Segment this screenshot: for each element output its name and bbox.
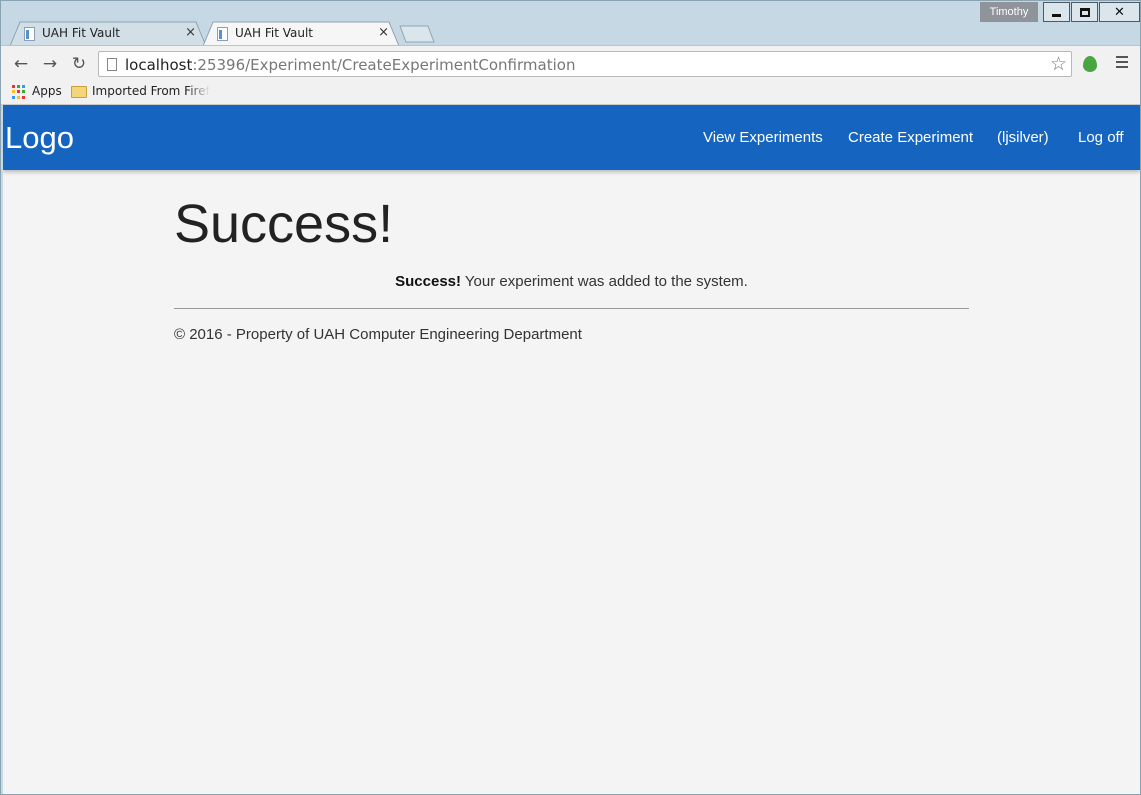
page-title: Success!	[174, 194, 394, 254]
minimize-button[interactable]	[1043, 2, 1070, 22]
page-footer: © 2016 - Property of UAH Computer Engine…	[174, 326, 582, 343]
star-icon[interactable]: ☆	[1050, 53, 1067, 75]
profile-badge[interactable]: Timothy	[980, 2, 1038, 22]
tab-title: UAH Fit Vault	[42, 26, 120, 40]
site-logo[interactable]: Logo	[5, 120, 74, 156]
menu-icon[interactable]	[1116, 56, 1128, 70]
page-icon	[107, 58, 117, 71]
browser-toolbar: ← → ↻ localhost:25396/Experiment/CreateE…	[1, 45, 1140, 81]
divider	[174, 308, 969, 309]
page-favicon-icon	[24, 27, 35, 41]
bookmarks-bar: Apps Imported From Firefox	[1, 81, 1140, 105]
page-favicon-icon	[217, 27, 228, 41]
tab-title: UAH Fit Vault	[235, 26, 313, 40]
success-text: Your experiment was added to the system.	[461, 273, 748, 290]
extension-icon[interactable]	[1083, 56, 1097, 72]
tab-close-icon[interactable]: ×	[185, 25, 196, 40]
page-viewport: Logo View Experiments Create Experiment …	[3, 105, 1140, 794]
tab-close-icon[interactable]: ×	[378, 25, 389, 40]
browser-window: Timothy ✕ UAH Fit Vault × UAH Fit Vault …	[0, 0, 1141, 795]
new-tab-button[interactable]	[399, 25, 435, 43]
reload-icon[interactable]: ↻	[69, 54, 89, 74]
address-bar[interactable]: localhost:25396/Experiment/CreateExperim…	[98, 51, 1072, 77]
close-window-button[interactable]: ✕	[1099, 2, 1140, 22]
back-icon[interactable]: ←	[11, 54, 31, 74]
forward-icon[interactable]: →	[40, 54, 60, 74]
url-path: :25396/Experiment/CreateExperimentConfir…	[192, 56, 576, 74]
bookmark-folder[interactable]: Imported From Firefox	[92, 84, 210, 98]
nav-log-off[interactable]: Log off	[1078, 129, 1124, 146]
nav-create-experiment[interactable]: Create Experiment	[848, 129, 973, 146]
nav-user-profile[interactable]: (ljsilver)	[997, 129, 1049, 146]
tab-active[interactable]: UAH Fit Vault ×	[203, 21, 399, 46]
maximize-icon	[1079, 7, 1090, 17]
apps-icon[interactable]	[12, 85, 26, 99]
title-bar: Timothy ✕ UAH Fit Vault × UAH Fit Vault …	[1, 1, 1140, 46]
bookmark-apps[interactable]: Apps	[32, 84, 62, 98]
maximize-button[interactable]	[1071, 2, 1098, 22]
url-host: localhost	[125, 56, 193, 74]
success-message: Success! Your experiment was added to th…	[174, 273, 969, 290]
url-text[interactable]: localhost:25396/Experiment/CreateExperim…	[125, 56, 575, 74]
site-navbar: Logo View Experiments Create Experiment …	[3, 105, 1140, 170]
success-label: Success!	[395, 273, 462, 290]
folder-icon	[71, 86, 87, 98]
nav-view-experiments[interactable]: View Experiments	[703, 129, 823, 146]
close-icon: ✕	[1114, 4, 1125, 20]
tab-inactive[interactable]: UAH Fit Vault ×	[10, 21, 206, 46]
minimize-icon	[1052, 13, 1061, 17]
